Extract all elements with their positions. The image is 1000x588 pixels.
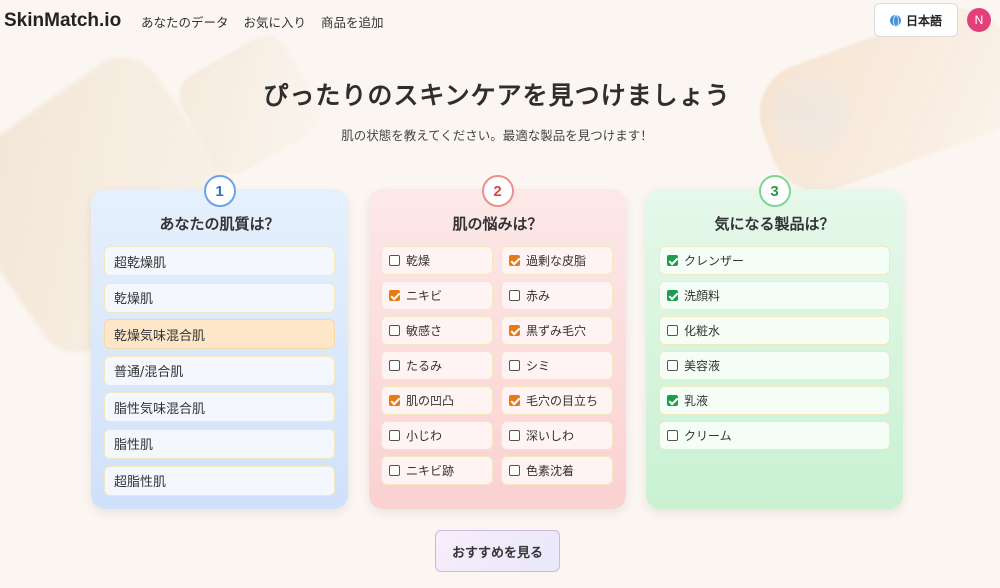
globe-icon <box>889 14 901 27</box>
skin-concerns-grid: 乾燥 過剰な皮脂ニキビ 赤み敏感さ 黒ずみ毛穴たるみ シミ肌の凹凸 毛穴の目立ち小じわ 深い… <box>381 246 613 485</box>
checkbox[interactable] <box>389 465 400 476</box>
nav-favorites[interactable]: お気に入り <box>244 12 307 31</box>
page-title: ぴったりのスキンケアを見つけましょう <box>263 81 731 110</box>
checkbox[interactable] <box>389 325 400 336</box>
main-nav: あなたのデータ お気に入り 商品を追加 <box>141 12 384 31</box>
skin-type-option[interactable]: 乾燥気味混合肌 <box>104 319 335 350</box>
concern-checkbox-item[interactable]: ニキビ跡 <box>381 456 493 485</box>
language-label: 日本語 <box>905 13 942 28</box>
top-navbar: SkinMatch.io あなたのデータ お気に入り 商品を追加 日本語 N <box>0 0 1000 44</box>
user-avatar[interactable]: N <box>967 8 991 32</box>
concern-checkbox-item[interactable]: 黒ずみ毛穴 <box>501 316 613 345</box>
site-logo[interactable]: SkinMatch.io <box>4 10 121 32</box>
step-number-badge: 1 <box>203 175 236 207</box>
product-types-card: 3 気になる製品は？ クレンザー洗顔料化粧水美容液乳液クリーム <box>646 175 903 509</box>
concern-checkbox-item[interactable]: 小じわ <box>381 421 493 450</box>
skin-type-option[interactable]: 超脂性肌 <box>104 465 335 496</box>
checkbox-label: たるみ <box>406 359 443 373</box>
language-button[interactable]: 日本語 <box>874 3 958 37</box>
concern-checkbox-item[interactable]: 毛穴の目立ち <box>501 386 613 415</box>
checkbox-label: 肌の凹凸 <box>406 394 455 408</box>
nav-your-data[interactable]: あなたのデータ <box>141 12 229 31</box>
skin-type-card: 1 あなたの肌質は？ 超乾燥肌乾燥肌乾燥気味混合肌 普通/混合肌 脂性気味混合肌 脂性… <box>91 175 348 509</box>
card-title: 気になる製品は？ <box>714 215 835 233</box>
concern-checkbox-item[interactable]: 深いしわ <box>501 421 613 450</box>
concern-checkbox-item[interactable]: 乾燥 <box>381 246 493 275</box>
card-title: あなたの肌質は？ <box>159 215 280 233</box>
checkbox-label: 毛穴の目立ち <box>526 394 599 408</box>
concern-checkbox-item[interactable]: 敏感さ <box>381 316 493 345</box>
checkbox-label: 深いしわ <box>526 429 575 443</box>
step-number-badge: 2 <box>481 175 514 207</box>
card-title: 肌の悩みは？ <box>452 215 543 233</box>
see-recommendations-button[interactable]: おすすめを見る <box>435 530 560 572</box>
checkbox-label: クリーム <box>684 429 732 443</box>
checkbox-label: 色素沈着 <box>526 464 575 478</box>
checkbox-label: 過剰な皮脂 <box>526 254 587 268</box>
checkbox[interactable] <box>509 430 520 441</box>
skin-type-option[interactable]: 乾燥肌 <box>104 282 335 313</box>
skin-type-option[interactable]: 普通/混合肌 <box>104 355 335 386</box>
concern-checkbox-item[interactable]: 過剰な皮脂 <box>501 246 613 275</box>
checkbox[interactable] <box>509 465 520 476</box>
checkbox-label: ニキビ <box>406 289 443 303</box>
product-types-list: クレンザー洗顔料化粧水美容液乳液クリーム <box>659 246 890 456</box>
checkbox[interactable] <box>509 325 520 336</box>
checkbox[interactable] <box>389 290 400 301</box>
checkbox[interactable] <box>509 360 520 371</box>
checkbox[interactable] <box>667 325 678 336</box>
checkbox-label: ニキビ跡 <box>406 464 455 478</box>
product-checkbox-item[interactable]: クリーム <box>659 421 890 450</box>
skin-type-option[interactable]: 超乾燥肌 <box>104 246 335 276</box>
product-checkbox-item[interactable]: 化粧水 <box>659 316 890 345</box>
checkbox-label: シミ <box>526 359 551 373</box>
product-checkbox-item[interactable]: 美容液 <box>659 351 890 380</box>
checkbox[interactable] <box>667 255 678 266</box>
checkbox[interactable] <box>389 255 400 266</box>
checkbox-label: クレンザー <box>684 254 745 268</box>
checkbox-label: 赤み <box>526 289 551 303</box>
checkbox[interactable] <box>667 430 678 441</box>
page-subtitle: 肌の状態を教えてください。最適な製品を見つけます！ <box>341 128 653 143</box>
checkbox[interactable] <box>389 360 400 371</box>
concern-checkbox-item[interactable]: ニキビ <box>381 281 493 310</box>
checkbox-label: 黒ずみ毛穴 <box>526 324 587 338</box>
checkbox[interactable] <box>509 395 520 406</box>
skin-type-option[interactable]: 脂性気味混合肌 <box>104 392 335 423</box>
concern-checkbox-item[interactable]: シミ <box>501 351 613 380</box>
product-checkbox-item[interactable]: 洗顔料 <box>659 281 890 310</box>
checkbox-label: 美容液 <box>684 359 721 373</box>
concern-checkbox-item[interactable]: 赤み <box>501 281 613 310</box>
checkbox-label: 洗顔料 <box>684 289 721 303</box>
concern-checkbox-item[interactable]: たるみ <box>381 351 493 380</box>
checkbox-label: 化粧水 <box>684 324 721 338</box>
checkbox[interactable] <box>667 290 678 301</box>
product-checkbox-item[interactable]: 乳液 <box>659 386 890 415</box>
product-checkbox-item[interactable]: クレンザー <box>659 246 890 275</box>
checkbox-label: 小じわ <box>406 429 443 443</box>
checkbox[interactable] <box>389 430 400 441</box>
concern-checkbox-item[interactable]: 肌の凹凸 <box>381 386 493 415</box>
checkbox[interactable] <box>667 395 678 406</box>
checkbox-label: 乾燥 <box>406 254 431 268</box>
nav-add-product[interactable]: 商品を追加 <box>321 12 384 31</box>
checkbox[interactable] <box>389 395 400 406</box>
skin-type-option[interactable]: 脂性肌 <box>104 428 335 459</box>
skin-type-list: 超乾燥肌乾燥肌乾燥気味混合肌 普通/混合肌 脂性気味混合肌 脂性肌超脂性肌 <box>104 246 335 502</box>
step-number-badge: 3 <box>758 175 791 207</box>
checkbox-label: 乳液 <box>684 394 709 408</box>
checkbox[interactable] <box>509 255 520 266</box>
checkbox-label: 敏感さ <box>406 324 443 338</box>
concern-checkbox-item[interactable]: 色素沈着 <box>501 456 613 485</box>
skin-concerns-card: 2 肌の悩みは？ 乾燥 過剰な皮脂ニキビ 赤み敏感さ 黒ずみ毛穴たるみ シミ肌の凹凸 毛穴… <box>369 175 626 509</box>
checkbox[interactable] <box>509 290 520 301</box>
checkbox[interactable] <box>667 360 678 371</box>
